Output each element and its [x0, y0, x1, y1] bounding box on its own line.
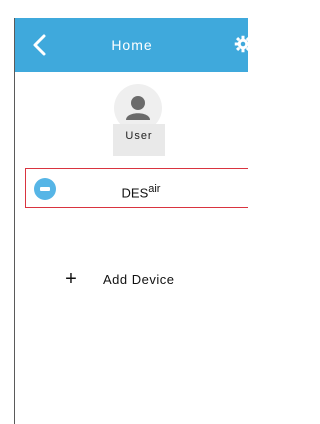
device-name-superscript: air: [148, 183, 161, 195]
device-name: DESair: [26, 169, 248, 209]
header-bar: Home: [15, 18, 248, 72]
device-name-main: DES: [121, 185, 149, 201]
plus-icon: +: [65, 268, 77, 290]
device-item-desair[interactable]: DESair: [25, 168, 248, 208]
add-device-label: Add Device: [103, 272, 175, 287]
gear-icon[interactable]: [234, 35, 248, 53]
user-label: User: [113, 124, 165, 156]
page-title: Home: [111, 37, 153, 53]
app-screen: Home User DESair + Add Device: [14, 18, 248, 424]
